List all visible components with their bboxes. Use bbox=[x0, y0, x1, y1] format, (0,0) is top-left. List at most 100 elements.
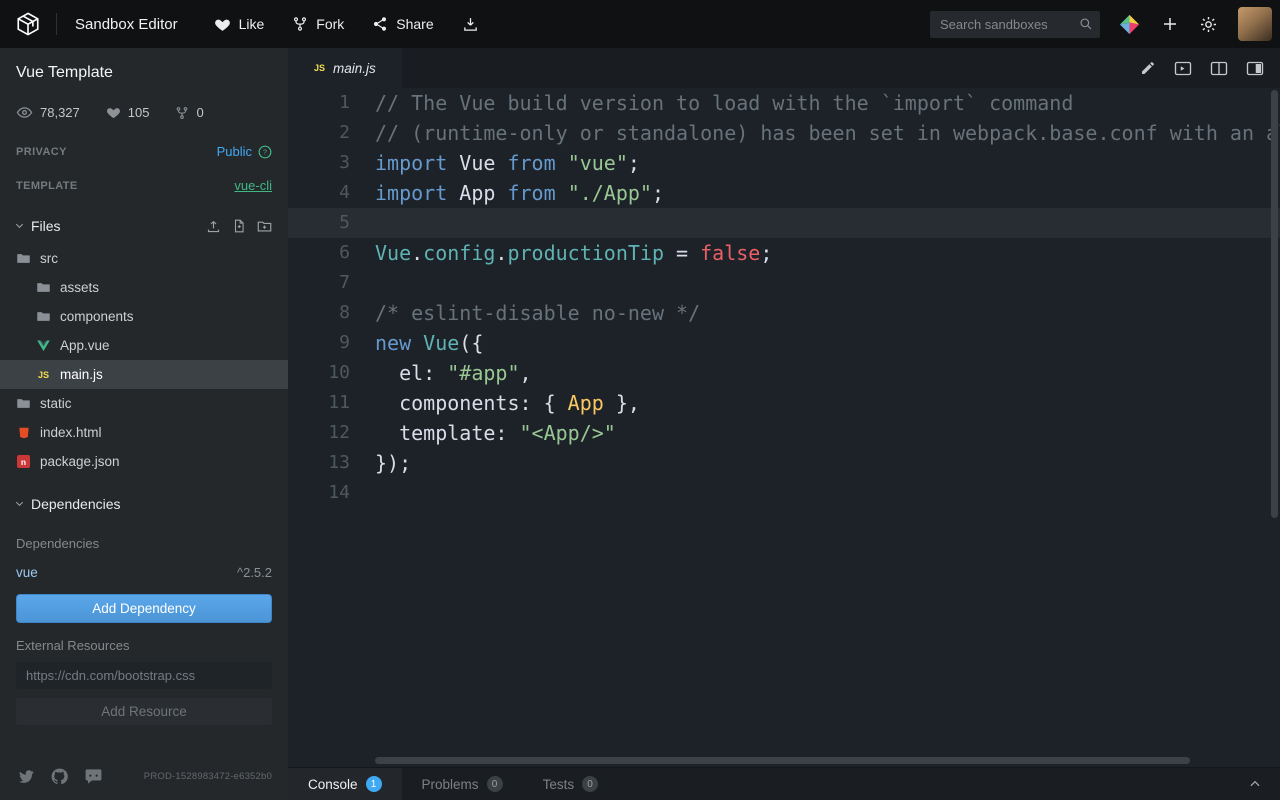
new-file-icon[interactable] bbox=[232, 219, 246, 234]
fork-icon bbox=[175, 106, 189, 120]
code-line[interactable]: 14 bbox=[288, 478, 1280, 508]
line-content: Vue.config.productionTip = false; bbox=[350, 238, 772, 268]
likes-stat: 105 bbox=[106, 105, 150, 120]
tests-badge: 0 bbox=[582, 776, 598, 792]
help-circle-icon[interactable]: ? bbox=[258, 145, 272, 159]
chat-icon[interactable] bbox=[84, 767, 103, 786]
github-icon[interactable] bbox=[50, 767, 69, 786]
code-lines: 1// The Vue build version to load with t… bbox=[288, 88, 1280, 508]
line-number: 9 bbox=[288, 328, 350, 358]
console-tab[interactable]: Console 1 bbox=[288, 768, 402, 800]
twitter-icon[interactable] bbox=[16, 767, 35, 786]
file-item-assets[interactable]: assets bbox=[0, 273, 288, 302]
add-resource-button[interactable]: Add Resource bbox=[16, 698, 272, 725]
code-line[interactable]: 10 el: "#app", bbox=[288, 358, 1280, 388]
code-line[interactable]: 1// The Vue build version to load with t… bbox=[288, 88, 1280, 118]
line-content: import Vue from "vue"; bbox=[350, 148, 640, 178]
code-line[interactable]: 4import App from "./App"; bbox=[288, 178, 1280, 208]
search-input[interactable] bbox=[930, 11, 1100, 38]
likes-count: 105 bbox=[128, 105, 150, 120]
tab-main-js[interactable]: JS main.js bbox=[288, 48, 402, 88]
code-line[interactable]: 3import Vue from "vue"; bbox=[288, 148, 1280, 178]
line-content: components: { App }, bbox=[350, 388, 640, 418]
code-line[interactable]: 8/* eslint-disable no-new */ bbox=[288, 298, 1280, 328]
code-line[interactable]: 2// (runtime-only or standalone) has bee… bbox=[288, 118, 1280, 148]
gear-icon bbox=[1199, 15, 1218, 34]
file-item-src[interactable]: src bbox=[0, 244, 288, 273]
codesandbox-logo[interactable] bbox=[0, 0, 56, 48]
dependency-name: vue bbox=[16, 565, 38, 580]
share-button[interactable]: Share bbox=[372, 16, 433, 32]
file-name: package.json bbox=[40, 454, 120, 469]
file-name: main.js bbox=[60, 367, 103, 382]
prettify-icon[interactable] bbox=[1140, 60, 1156, 76]
fork-button[interactable]: Fork bbox=[292, 16, 344, 32]
file-name: components bbox=[60, 309, 134, 324]
file-tree: src assets components App.vueJSmain.jsstati… bbox=[0, 244, 288, 476]
line-number: 10 bbox=[288, 358, 350, 388]
plus-icon bbox=[1161, 15, 1179, 33]
code-line[interactable]: 9new Vue({ bbox=[288, 328, 1280, 358]
code-line[interactable]: 12 template: "<App/>" bbox=[288, 418, 1280, 448]
file-item-package.json[interactable]: npackage.json bbox=[0, 447, 288, 476]
file-item-main.js[interactable]: JSmain.js bbox=[0, 360, 288, 389]
file-item-components[interactable]: components bbox=[0, 302, 288, 331]
code-line[interactable]: 5 bbox=[288, 208, 1280, 238]
privacy-value-text: Public bbox=[217, 144, 252, 159]
file-name: src bbox=[40, 251, 58, 266]
pro-badge-button[interactable] bbox=[1118, 13, 1141, 36]
code-line[interactable]: 7 bbox=[288, 268, 1280, 298]
dependency-row[interactable]: vue ^2.5.2 bbox=[16, 565, 272, 580]
share-label: Share bbox=[396, 16, 433, 32]
code-line[interactable]: 11 components: { App }, bbox=[288, 388, 1280, 418]
download-icon bbox=[462, 16, 479, 33]
fork-label: Fork bbox=[316, 16, 344, 32]
vue-icon bbox=[36, 338, 51, 353]
upload-icon[interactable] bbox=[206, 219, 221, 234]
line-content: import App from "./App"; bbox=[350, 178, 664, 208]
tests-tab[interactable]: Tests 0 bbox=[523, 768, 619, 800]
code-editor[interactable]: 1// The Vue build version to load with t… bbox=[288, 88, 1280, 767]
download-button[interactable] bbox=[462, 16, 479, 33]
editor-view-icon[interactable] bbox=[1174, 61, 1192, 76]
preview-view-icon[interactable] bbox=[1246, 61, 1264, 76]
privacy-label: PRIVACY bbox=[16, 146, 67, 158]
line-content: el: "#app", bbox=[350, 358, 532, 388]
new-sandbox-button[interactable] bbox=[1161, 15, 1179, 33]
code-line[interactable]: 6Vue.config.productionTip = false; bbox=[288, 238, 1280, 268]
add-dependency-button[interactable]: Add Dependency bbox=[16, 594, 272, 623]
file-name: index.html bbox=[40, 425, 102, 440]
avatar[interactable] bbox=[1238, 7, 1272, 41]
dependencies-section-header[interactable]: Dependencies bbox=[0, 482, 288, 522]
forks-stat: 0 bbox=[175, 105, 203, 120]
code-line[interactable]: 13}); bbox=[288, 448, 1280, 478]
file-item-App.vue[interactable]: App.vue bbox=[0, 331, 288, 360]
chevron-up-icon[interactable] bbox=[1248, 768, 1280, 800]
console-bar: Console 1 Problems 0 Tests 0 bbox=[288, 767, 1280, 800]
app-window: Sandbox Editor Like Fork Share bbox=[0, 0, 1280, 800]
files-section-header[interactable]: Files bbox=[0, 204, 288, 244]
line-number: 7 bbox=[288, 268, 350, 298]
file-item-index.html[interactable]: index.html bbox=[0, 418, 288, 447]
files-section-label: Files bbox=[31, 218, 61, 234]
external-resource-input[interactable] bbox=[16, 662, 272, 689]
horizontal-scrollbar[interactable] bbox=[375, 757, 1190, 764]
template-row: TEMPLATE vue-cli bbox=[0, 168, 288, 204]
vertical-scrollbar[interactable] bbox=[1271, 90, 1278, 518]
folder-icon bbox=[36, 309, 51, 324]
chevron-down-icon bbox=[14, 218, 25, 234]
console-badge: 1 bbox=[366, 776, 382, 792]
line-number: 6 bbox=[288, 238, 350, 268]
file-item-static[interactable]: static bbox=[0, 389, 288, 418]
folder-icon bbox=[16, 251, 31, 266]
like-label: Like bbox=[239, 16, 265, 32]
template-link[interactable]: vue-cli bbox=[234, 178, 272, 193]
new-folder-icon[interactable] bbox=[257, 219, 272, 234]
settings-button[interactable] bbox=[1199, 15, 1218, 34]
line-content bbox=[350, 268, 375, 298]
like-button[interactable]: Like bbox=[214, 16, 265, 33]
problems-tab[interactable]: Problems 0 bbox=[402, 768, 523, 800]
views-count: 78,327 bbox=[40, 105, 80, 120]
dependencies-label: Dependencies bbox=[16, 536, 272, 551]
split-view-icon[interactable] bbox=[1210, 61, 1228, 76]
